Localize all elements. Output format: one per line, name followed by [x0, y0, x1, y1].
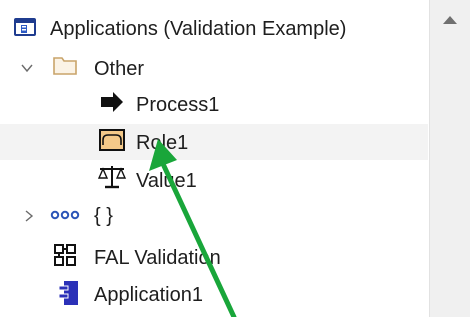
model-tree: Applications (Validation Example) Other … [0, 0, 428, 317]
tree-item-other[interactable]: Other [0, 50, 428, 86]
tree-item-label: Applications (Validation Example) [50, 18, 347, 40]
role-icon [99, 129, 125, 151]
tree-item-role1[interactable]: Role1 [0, 124, 428, 160]
chevron-down-icon[interactable] [20, 62, 34, 74]
tree-item-fal-validation[interactable]: FAL Validation [0, 239, 428, 275]
tree-item-application1[interactable]: Application1 [0, 276, 428, 312]
vertical-scrollbar[interactable] [429, 0, 470, 317]
application-component-icon [58, 281, 78, 305]
scales-icon [97, 166, 127, 189]
triangle-up-icon [443, 16, 457, 24]
ellipsis-icon [50, 210, 80, 220]
scroll-up-button[interactable] [430, 0, 470, 40]
tree-item-braces[interactable]: { } [0, 198, 428, 234]
tree-item-applications[interactable]: Applications (Validation Example) [0, 10, 428, 46]
tree-item-label: FAL Validation [94, 247, 221, 269]
chevron-right-icon[interactable] [24, 209, 34, 223]
grid-icon [54, 244, 76, 266]
tree-item-label: Process1 [136, 94, 220, 116]
tree-item-value1[interactable]: Value1 [0, 161, 428, 197]
tree-item-label: Application1 [94, 284, 203, 306]
tree-item-process1[interactable]: Process1 [0, 87, 428, 123]
process-arrow-icon [101, 92, 123, 112]
applications-folder-icon [14, 18, 36, 36]
folder-icon [53, 57, 77, 75]
tree-item-label: Value1 [136, 170, 197, 192]
tree-item-label: Other [94, 58, 145, 80]
tree-item-label: { } [94, 205, 113, 227]
tree-item-label: Role1 [136, 132, 189, 154]
